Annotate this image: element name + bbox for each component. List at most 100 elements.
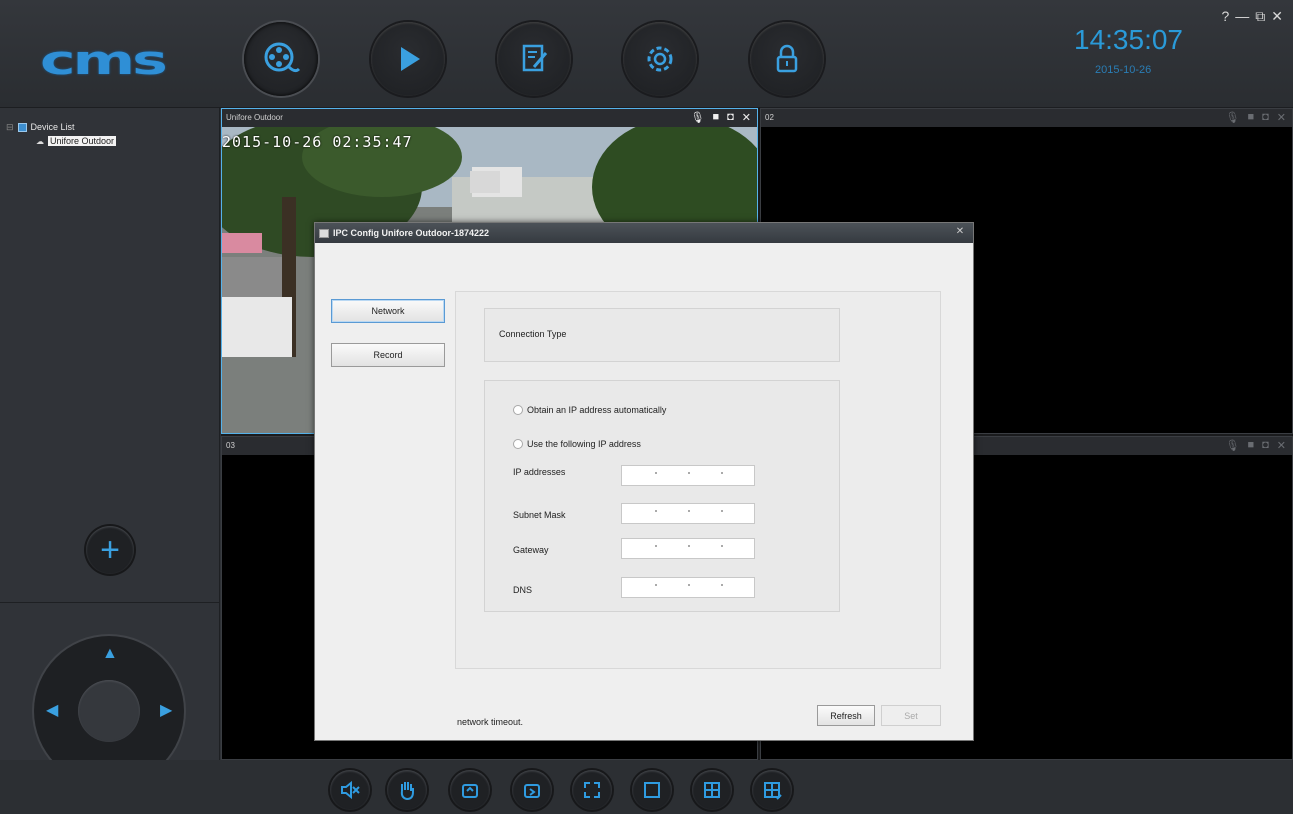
network-tab-button[interactable]: Network — [331, 299, 445, 323]
close-channel-icon[interactable]: ✕ — [742, 111, 751, 124]
subnet-mask-field[interactable] — [621, 503, 755, 524]
dns-label: DNS — [513, 585, 533, 595]
connection-type-label: Connection Type — [499, 329, 567, 339]
dns-field[interactable] — [621, 577, 755, 598]
close-channel-icon[interactable]: ✕ — [1277, 111, 1286, 124]
live-view-button[interactable] — [244, 22, 318, 96]
microphone-icon[interactable]: 🎙 — [691, 111, 705, 124]
left-panel: ⊟ Device List ☁ Unifore Outdoor + ▲ ▼ ◀ … — [0, 108, 220, 814]
status-message: network timeout. — [457, 717, 524, 727]
lock-icon — [776, 44, 798, 73]
channel-icons: 🎙 ■ ◘ ✕ — [1226, 111, 1287, 124]
lock-button[interactable] — [750, 22, 824, 96]
top-bar: cms 14:35:07 2015-10-26 ? — ⧉ ✕ — [0, 0, 1293, 108]
mute-button[interactable] — [330, 770, 370, 810]
gateway-label: Gateway — [513, 545, 549, 555]
hand-icon — [400, 782, 414, 801]
subnet-mask-label: Subnet Mask — [513, 510, 566, 520]
record-icon[interactable]: ■ — [1247, 111, 1254, 124]
settings-button[interactable] — [623, 22, 697, 96]
custom-layout-button[interactable] — [752, 770, 792, 810]
ip-address-label: IP addresses — [513, 467, 566, 477]
playback-button[interactable] — [371, 22, 445, 96]
manual-ip-radio[interactable] — [513, 439, 523, 449]
manual-ip-label: Use the following IP address — [527, 439, 641, 449]
ip-settings-group: Obtain an IP address automatically Use t… — [484, 380, 840, 612]
divider — [0, 602, 220, 603]
cms-app: cms 14:35:07 2015-10-26 ? — ⧉ ✕ ⊟ Device… — [0, 0, 1293, 814]
microphone-icon[interactable]: 🎙 — [1226, 439, 1240, 452]
export-button[interactable] — [512, 770, 552, 810]
quad-view-icon — [704, 782, 720, 798]
connection-type-group: Connection Type — [484, 308, 840, 362]
ptz-left-icon[interactable]: ◀ — [46, 703, 58, 719]
record-icon[interactable]: ■ — [1247, 439, 1254, 452]
dialog-title: IPC Config Unifore Outdoor-1874222 — [333, 228, 490, 238]
auto-ip-radio[interactable] — [513, 405, 523, 415]
refresh-button[interactable]: Refresh — [817, 705, 875, 726]
channel-icons: 🎙 ■ ◘ ✕ — [1226, 439, 1287, 452]
tree-root[interactable]: ⊟ Device List — [6, 120, 116, 134]
cms-logo: cms — [40, 38, 168, 84]
record-tab-button[interactable]: Record — [331, 343, 445, 367]
plus-icon: + — [100, 531, 120, 569]
channel-title: 03 — [226, 441, 235, 450]
screenshot-button[interactable] — [450, 770, 490, 810]
single-view-button[interactable] — [632, 770, 672, 810]
log-button[interactable] — [497, 22, 571, 96]
set-button[interactable]: Set — [881, 705, 941, 726]
osd-timestamp: 2015-10-26 02:35:47 — [222, 133, 413, 151]
record-icon[interactable]: ■ — [712, 111, 719, 124]
gateway-field[interactable] — [621, 538, 755, 559]
minimize-icon[interactable]: — — [1235, 8, 1249, 25]
play-icon — [401, 47, 420, 71]
mute-icon — [341, 780, 360, 800]
screenshot-icon — [462, 784, 478, 798]
cloud-icon: ☁ — [36, 136, 44, 146]
bottom-toolbar — [0, 760, 1293, 814]
channel-icons: 🎙 ■ ◘ ✕ — [691, 111, 752, 124]
microphone-icon[interactable]: 🎙 — [1226, 111, 1240, 124]
tree-root-label: Device List — [30, 122, 75, 132]
add-device-button[interactable]: + — [86, 526, 134, 574]
close-channel-icon[interactable]: ✕ — [1277, 439, 1286, 452]
snapshot-icon[interactable]: ◘ — [1262, 111, 1269, 124]
quad-view-button[interactable] — [692, 770, 732, 810]
custom-layout-icon — [764, 782, 782, 800]
close-icon[interactable]: ✕ — [1271, 8, 1283, 25]
channel-title: Unifore Outdoor — [226, 113, 283, 122]
ipc-config-dialog: IPC Config Unifore Outdoor-1874222 ✕ Net… — [314, 222, 974, 741]
app-icon — [319, 228, 329, 238]
network-settings-panel: Connection Type Obtain an IP address aut… — [455, 291, 941, 669]
single-view-icon — [644, 782, 660, 798]
ip-address-field[interactable] — [621, 465, 755, 486]
date: 2015-10-26 — [1095, 64, 1152, 76]
ptz-center[interactable] — [78, 680, 140, 742]
window-controls: ? — ⧉ ✕ — [1221, 8, 1283, 25]
ptz-up-icon[interactable]: ▲ — [102, 646, 118, 662]
dialog-title-bar: IPC Config Unifore Outdoor-1874222 — [315, 223, 973, 243]
clock: 14:35:07 — [1074, 24, 1183, 55]
channel-title-bar: 02 🎙 ■ ◘ ✕ — [761, 109, 1292, 127]
dialog-body: Network Record Connection Type Obtain an… — [315, 243, 973, 740]
tree-expander-icon[interactable]: ⊟ — [6, 122, 14, 133]
fullscreen-icon — [584, 782, 600, 798]
channel-title-bar: Unifore Outdoor 🎙 ■ ◘ ✕ — [222, 109, 757, 127]
help-icon[interactable]: ? — [1221, 8, 1229, 25]
auto-ip-label: Obtain an IP address automatically — [527, 405, 667, 415]
fullscreen-button[interactable] — [572, 770, 612, 810]
device-list-icon — [17, 122, 27, 132]
edit-document-icon — [522, 44, 548, 72]
ptz-hand-button[interactable] — [387, 770, 427, 810]
ptz-right-icon[interactable]: ▶ — [160, 703, 172, 719]
export-icon — [524, 784, 540, 798]
channel-title: 02 — [765, 113, 774, 122]
restore-icon[interactable]: ⧉ — [1255, 8, 1265, 25]
camera-reel-icon — [264, 42, 301, 73]
snapshot-icon[interactable]: ◘ — [1262, 439, 1269, 452]
tree-device-label: Unifore Outdoor — [48, 136, 117, 146]
device-tree: ⊟ Device List ☁ Unifore Outdoor — [6, 120, 117, 148]
snapshot-icon[interactable]: ◘ — [727, 111, 734, 124]
dialog-close-icon[interactable]: ✕ — [953, 226, 967, 238]
tree-device-item[interactable]: ☁ Unifore Outdoor — [6, 134, 117, 148]
